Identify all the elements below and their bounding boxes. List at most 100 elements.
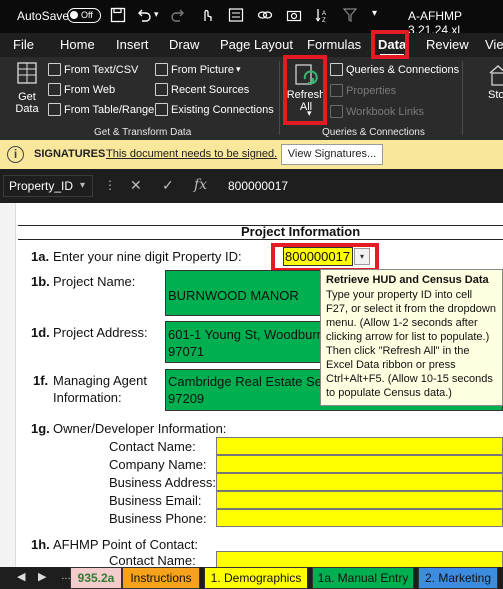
recent-sources-button[interactable]: Recent Sources (155, 83, 249, 96)
tab-review[interactable]: Review (426, 37, 469, 52)
stocks-button[interactable]: Sto (488, 63, 503, 101)
redo-icon[interactable] (170, 7, 186, 23)
group-label-queries: Queries & Connections (322, 127, 425, 138)
insert-function-icon[interactable]: fx (194, 177, 207, 193)
tab-view[interactable]: View (485, 37, 503, 52)
signature-message-bar: i SIGNATURES This document needs to be s… (0, 140, 503, 169)
address-line-2: 97071 (168, 344, 205, 359)
existing-connections-button[interactable]: Existing Connections (155, 103, 274, 116)
get-data-icon (17, 62, 37, 84)
owner-business-email-cell[interactable] (216, 491, 503, 509)
sheet-tab-demographics[interactable]: 1. Demographics (204, 567, 308, 589)
toggle-state: Off (81, 10, 93, 20)
autosave-toggle[interactable]: Off (67, 8, 101, 23)
owner-company-name-label: Company Name: (109, 457, 207, 472)
tab-page-layout[interactable]: Page Layout (220, 37, 293, 52)
from-text-csv-label: From Text/CSV (64, 63, 139, 76)
owner-business-address-cell[interactable] (216, 473, 503, 491)
owner-business-phone-label: Business Phone: (109, 511, 207, 526)
row-1f-label-1: Managing Agent (53, 373, 147, 388)
save-icon[interactable] (110, 7, 126, 23)
customize-toolbar-icon[interactable]: ▾ (372, 8, 377, 19)
sheet-tab-935-2a[interactable]: 935.2a (70, 567, 122, 589)
from-text-csv-button[interactable]: From Text/CSV (48, 63, 138, 76)
touch-mode-icon[interactable] (199, 7, 215, 23)
queries-connections-button[interactable]: Queries & Connections (330, 63, 459, 76)
filter-icon[interactable] (342, 7, 358, 23)
stocks-icon (489, 65, 503, 86)
more-icon[interactable]: ⋮ (104, 178, 116, 192)
recent-sources-icon (155, 83, 168, 96)
row-1g-label: Owner/Developer Information: (53, 421, 227, 436)
owner-business-phone-cell[interactable] (216, 509, 503, 527)
sheet-tab-marketing[interactable]: 2. Marketing (418, 567, 498, 589)
name-box-value: Property_ID (9, 179, 74, 193)
get-data-label-2: Data (15, 103, 39, 115)
row-1f-label-2: Information: (53, 390, 122, 405)
undo-dropdown-icon[interactable]: ▾ (154, 9, 159, 20)
scroll-tabs-right-icon[interactable]: ▶ (38, 570, 46, 583)
ribbon-tabs: File Home Insert Draw Page Layout Formul… (0, 33, 503, 57)
undo-icon[interactable] (136, 7, 152, 23)
property-id-dropdown-button[interactable]: ▾ (354, 248, 370, 265)
properties-label: Properties (346, 84, 397, 97)
from-table-range-label: From Table/Range (64, 103, 155, 116)
workbook-links-button[interactable]: Workbook Links (330, 105, 424, 118)
excel-window: AutoSave Off ▾ AZ ▾ A-AFHMP 3.21.24.xl F… (0, 0, 503, 589)
tab-draw[interactable]: Draw (169, 37, 199, 52)
row-1d-number: 1d. (31, 325, 50, 340)
name-box-dropdown-icon[interactable]: ▾ (80, 180, 85, 191)
tooltip-body: Type your property ID into cell F27, or … (326, 289, 496, 399)
row-1h-label: AFHMP Point of Contact: (53, 537, 198, 552)
connections-icon (155, 103, 168, 116)
sheet-tab-instructions[interactable]: Instructions (122, 567, 200, 589)
recent-sources-label: Recent Sources (171, 83, 250, 96)
from-picture-button[interactable]: From Picture ▾ (155, 63, 241, 76)
poc-contact-name-label: Contact Name: (109, 553, 196, 568)
row-1a-label: Enter your nine digit Property ID: (53, 249, 242, 264)
from-table-range-button[interactable]: From Table/Range (48, 103, 154, 116)
sheet-tab-demographics-label: 1. Demographics (210, 571, 302, 585)
row-1d-label: Project Address: (53, 325, 148, 340)
sheet-tab-manual-entry-label: 1a. Manual Entry (317, 571, 409, 585)
cancel-icon[interactable]: ✕ (130, 177, 142, 194)
tab-file[interactable]: File (13, 37, 34, 52)
tab-home[interactable]: Home (60, 37, 95, 52)
section-title: Project Information (241, 224, 361, 239)
sheet-tab-manual-entry[interactable]: 1a. Manual Entry (312, 567, 414, 589)
row-1f-number: 1f. (33, 373, 49, 388)
tab-insert[interactable]: Insert (116, 37, 149, 52)
sort-icon[interactable]: AZ (314, 7, 330, 23)
formula-input[interactable]: 800000017 (228, 179, 288, 193)
stocks-label: Sto (488, 89, 503, 101)
refresh-all-label-1: Refresh (286, 89, 326, 101)
link-icon[interactable] (257, 7, 273, 23)
svg-text:Z: Z (322, 18, 326, 23)
get-data-button[interactable]: Get Data (10, 61, 44, 115)
property-id-cell[interactable]: 800000017 (283, 247, 353, 266)
owner-contact-name-label: Contact Name: (109, 439, 196, 454)
row-1g-number: 1g. (31, 421, 50, 436)
camera-icon[interactable] (286, 7, 302, 23)
refresh-all-button[interactable]: Refresh All (286, 63, 326, 113)
formula-bar: Property_ID ▾ ⋮ ✕ ✓ fx 800000017 (0, 169, 503, 203)
section-bottom-border (18, 239, 503, 240)
form-icon[interactable] (228, 7, 244, 23)
owner-contact-name-cell[interactable] (216, 437, 503, 455)
queries-connections-label: Queries & Connections (346, 63, 460, 76)
sheet-tab-instructions-label: Instructions (130, 571, 192, 585)
properties-button[interactable]: Properties (330, 84, 396, 97)
view-signatures-button[interactable]: View Signatures... (281, 144, 383, 165)
from-web-button[interactable]: From Web (48, 83, 115, 96)
enter-icon[interactable]: ✓ (162, 177, 174, 194)
get-data-label-1: Get (18, 91, 36, 103)
group-separator-2 (462, 61, 463, 135)
signature-message-link[interactable]: This document needs to be signed. (106, 148, 277, 160)
tab-data[interactable]: Data (378, 37, 406, 52)
web-icon (48, 83, 61, 96)
refresh-dropdown-icon[interactable]: ▾ (307, 108, 312, 119)
owner-company-name-cell[interactable] (216, 455, 503, 473)
scroll-tabs-left-icon[interactable]: ◀ (17, 570, 25, 583)
tab-formulas[interactable]: Formulas (307, 37, 361, 52)
agent-line-1: Cambridge Real Estate Serv (168, 374, 333, 389)
